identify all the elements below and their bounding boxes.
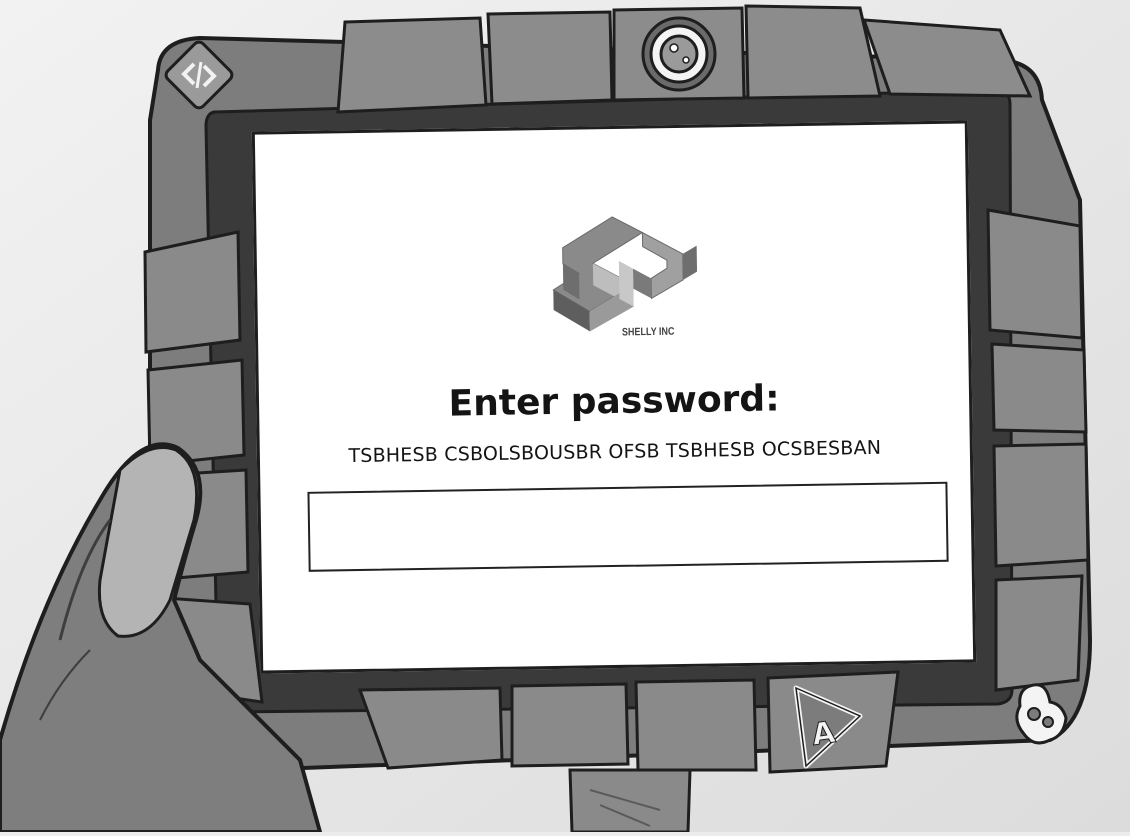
bottom-button-2[interactable]: [510, 682, 630, 768]
top-button-4[interactable]: [744, 4, 882, 100]
tablet-screen: SHELLY INC Enter password: TSBHESB CSBOL…: [251, 120, 977, 674]
company-name: SHELLY INC: [621, 325, 675, 338]
right-button-2[interactable]: [990, 342, 1088, 434]
bottom-button-3[interactable]: [634, 678, 758, 772]
camera-lens-icon: [641, 16, 717, 92]
password-input[interactable]: [307, 481, 949, 572]
right-button-1[interactable]: [986, 208, 1084, 340]
scene: A SHELLY INC Enter password: TSBHESB CSB…: [0, 0, 1130, 834]
top-button-2[interactable]: [486, 10, 614, 106]
top-button-1[interactable]: [336, 16, 488, 114]
right-button-4[interactable]: [994, 574, 1084, 692]
password-prompt: Enter password:: [448, 378, 780, 425]
left-button-1[interactable]: [143, 230, 242, 354]
right-button-3[interactable]: [992, 442, 1090, 568]
cipher-hint: TSBHESB CSBOLSBOUSBR OFSB TSBHESB OCSBES…: [348, 436, 882, 468]
